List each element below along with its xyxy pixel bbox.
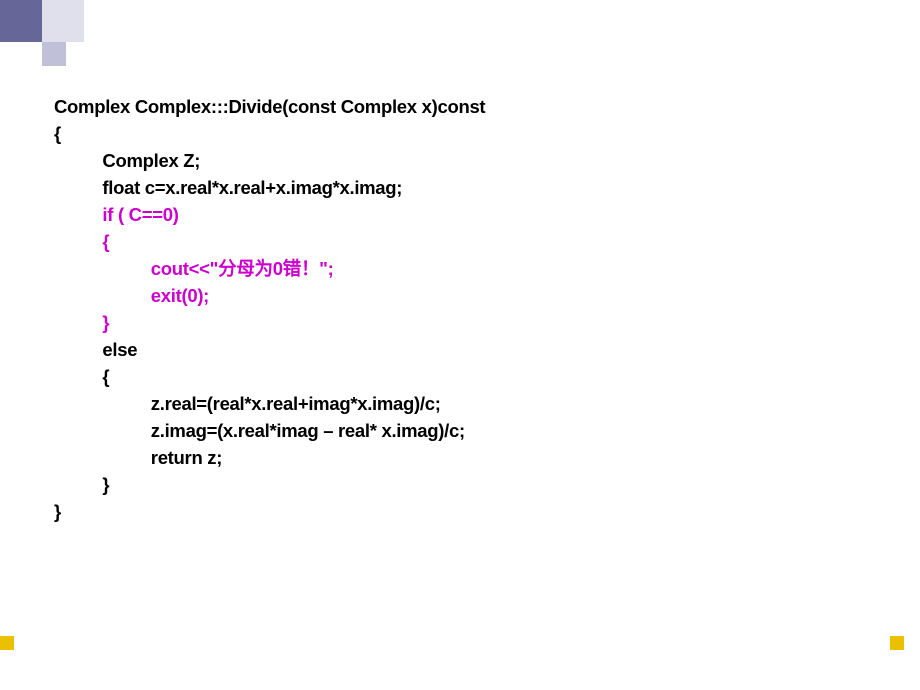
code-content: Complex Complex:::Divide(const Complex x…	[54, 93, 485, 525]
decoration-square-medium	[42, 42, 66, 66]
code-line-2: {	[54, 123, 61, 144]
code-line-12: z.real=(real*x.real+imag*x.imag)/c;	[54, 393, 441, 414]
code-line-7d: 错！	[283, 258, 319, 279]
code-line-7a: cout<<"	[54, 258, 218, 279]
code-line-13: z.imag=(x.real*imag – real* x.imag)/c;	[54, 420, 465, 441]
decoration-square-dark	[0, 0, 42, 42]
code-line-6: {	[54, 231, 109, 252]
code-line-8: exit(0);	[54, 285, 209, 306]
code-line-1: Complex Complex:::Divide(const Complex x…	[54, 96, 485, 117]
code-line-7c: 0	[273, 258, 283, 279]
code-line-7b: 分母为	[218, 258, 273, 279]
code-line-4: float c=x.real*x.real+x.imag*x.imag;	[54, 177, 402, 198]
decoration-square-light	[42, 0, 84, 42]
code-line-14: return z;	[54, 447, 222, 468]
code-line-11: {	[54, 366, 109, 387]
code-line-15: }	[54, 474, 109, 495]
code-line-7e: ";	[319, 258, 333, 279]
code-line-9: }	[54, 312, 109, 333]
code-line-5: if ( C==0)	[54, 204, 179, 225]
code-line-3: Complex Z;	[54, 150, 200, 171]
code-line-10: else	[54, 339, 137, 360]
slide-marker-left	[0, 636, 14, 650]
slide-marker-right	[890, 636, 904, 650]
code-line-16: }	[54, 501, 61, 522]
